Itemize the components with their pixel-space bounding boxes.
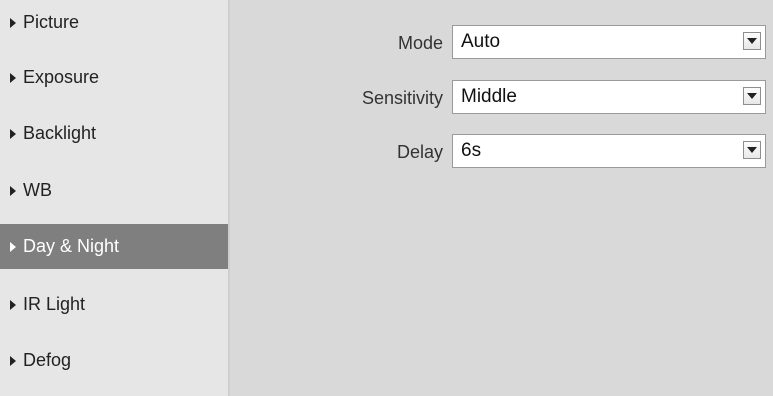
caret-right-icon: [10, 355, 16, 366]
mode-select[interactable]: Auto: [452, 25, 766, 59]
sidebar-item-label: Defog: [23, 350, 72, 370]
dropdown-arrow-icon[interactable]: [743, 87, 761, 105]
sidebar-item-label: Backlight: [23, 123, 97, 143]
caret-right-icon: [10, 241, 16, 252]
settings-sidebar: Picture Exposure Backlight WB Day & Nigh…: [0, 0, 228, 396]
sidebar-item-exposure[interactable]: Exposure: [0, 55, 228, 100]
sensitivity-label: Sensitivity: [361, 88, 443, 108]
caret-right-icon: [10, 128, 16, 139]
delay-select[interactable]: 6s: [452, 134, 766, 168]
caret-right-icon: [10, 17, 16, 28]
delay-select-value: 6s: [461, 140, 482, 161]
caret-right-icon: [10, 72, 16, 83]
sidebar-item-label: IR Light: [23, 294, 86, 314]
sensitivity-select[interactable]: Middle: [452, 80, 766, 114]
sensitivity-select-value: Middle: [461, 86, 517, 107]
sidebar-item-backlight[interactable]: Backlight: [0, 111, 228, 156]
sidebar-item-wb[interactable]: WB: [0, 168, 228, 213]
sidebar-item-label: WB: [23, 180, 52, 200]
sidebar-item-label: Day & Night: [23, 236, 120, 256]
dropdown-arrow-icon[interactable]: [743, 141, 761, 159]
caret-right-icon: [10, 299, 16, 310]
sidebar-item-label: Picture: [23, 12, 80, 32]
sidebar-item-day-night[interactable]: Day & Night: [0, 224, 228, 269]
sidebar-item-ir-light[interactable]: IR Light: [0, 282, 228, 327]
caret-right-icon: [10, 185, 16, 196]
sidebar-item-defog[interactable]: Defog: [0, 338, 228, 383]
sidebar-item-label: Exposure: [23, 67, 100, 87]
dropdown-arrow-icon[interactable]: [743, 32, 761, 50]
sidebar-item-picture[interactable]: Picture: [0, 0, 228, 45]
mode-select-value: Auto: [461, 31, 501, 52]
delay-label: Delay: [396, 142, 443, 162]
mode-label: Mode: [397, 33, 443, 53]
